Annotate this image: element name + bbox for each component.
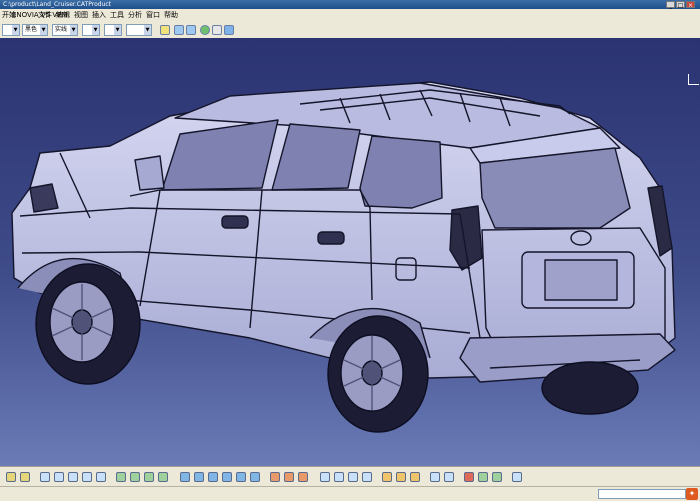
menu-help[interactable]: 帮助 bbox=[164, 9, 178, 22]
fit-all-icon[interactable] bbox=[20, 472, 30, 482]
point-style-combo[interactable]: ▼ bbox=[104, 24, 122, 36]
distance-icon[interactable] bbox=[222, 472, 232, 482]
paint-icon[interactable] bbox=[160, 25, 170, 35]
properties-toolbar: ▼ 黑色 ▼ 实线 ▼ ▼ ▼ ▼ bbox=[0, 22, 700, 39]
menu-tools[interactable]: 工具 bbox=[110, 9, 124, 22]
status-bar: ✦ bbox=[0, 486, 700, 501]
linetype-combo[interactable]: 实线 ▼ bbox=[52, 24, 78, 36]
axis-icon[interactable] bbox=[348, 472, 358, 482]
suv-model bbox=[11, 81, 676, 433]
pan-icon[interactable] bbox=[40, 472, 50, 482]
zoom-out-icon[interactable] bbox=[82, 472, 92, 482]
section-icon[interactable] bbox=[194, 472, 204, 482]
render-style-combo[interactable]: ▼ bbox=[126, 24, 152, 36]
search-icon[interactable] bbox=[444, 472, 454, 482]
options-icon[interactable] bbox=[512, 472, 522, 482]
tree-icon[interactable] bbox=[382, 472, 392, 482]
window-title: C:\product\Land_Cruiser.CATProduct bbox=[3, 1, 112, 8]
parameters-icon[interactable] bbox=[410, 472, 420, 482]
clash-icon[interactable] bbox=[208, 472, 218, 482]
close-button[interactable]: × bbox=[686, 1, 695, 9]
chevron-down-icon: ▼ bbox=[40, 25, 47, 35]
maximize-button[interactable]: □ bbox=[676, 1, 685, 9]
help-icon[interactable] bbox=[224, 25, 234, 35]
menu-analyze[interactable]: 分析 bbox=[128, 9, 142, 22]
minimize-button[interactable]: _ bbox=[666, 1, 675, 9]
select-icon[interactable] bbox=[6, 472, 16, 482]
apply-material-icon[interactable] bbox=[284, 472, 294, 482]
shading-icon[interactable] bbox=[130, 472, 140, 482]
catia-logo-icon[interactable]: ✦ bbox=[686, 488, 698, 500]
redo-icon[interactable] bbox=[186, 25, 196, 35]
catalog-icon[interactable] bbox=[298, 472, 308, 482]
zoom-in-icon[interactable] bbox=[68, 472, 78, 482]
view-toolbar bbox=[0, 466, 700, 487]
macro-icon[interactable] bbox=[430, 472, 440, 482]
material-icon[interactable] bbox=[270, 472, 280, 482]
layer-combo[interactable]: ▼ bbox=[2, 24, 20, 36]
lineweight-combo[interactable]: ▼ bbox=[82, 24, 100, 36]
menu-window[interactable]: 窗口 bbox=[146, 9, 160, 22]
lighting-icon[interactable] bbox=[362, 472, 372, 482]
chevron-down-icon: ▼ bbox=[12, 25, 19, 35]
hide-show-icon[interactable] bbox=[144, 472, 154, 482]
swap-space-icon[interactable] bbox=[158, 472, 168, 482]
update-icon[interactable] bbox=[200, 25, 210, 35]
compass-icon[interactable] bbox=[688, 74, 699, 85]
link-icon[interactable] bbox=[212, 25, 222, 35]
chevron-down-icon: ▼ bbox=[144, 25, 151, 35]
menu-view[interactable]: 视图 bbox=[74, 9, 88, 22]
chevron-down-icon: ▼ bbox=[70, 25, 77, 35]
command-input[interactable] bbox=[598, 489, 686, 499]
menu-insert[interactable]: 插入 bbox=[92, 9, 106, 22]
annotation-icon[interactable] bbox=[236, 472, 246, 482]
menu-edit[interactable]: 编辑 bbox=[56, 9, 70, 22]
iso-view-icon[interactable] bbox=[116, 472, 126, 482]
compass-reset-icon[interactable] bbox=[320, 472, 330, 482]
normal-view-icon[interactable] bbox=[96, 472, 106, 482]
measure-icon[interactable] bbox=[180, 472, 190, 482]
menu-bar: 开始 ENOVIA V5 VPM 文件 编辑 视图 插入 工具 分析 窗口 帮助 bbox=[0, 9, 700, 23]
snapshot-icon[interactable] bbox=[250, 472, 260, 482]
window-title-bar: C:\product\Land_Cruiser.CATProduct _ □ × bbox=[0, 0, 700, 9]
record-icon[interactable] bbox=[492, 472, 502, 482]
undo-icon[interactable] bbox=[174, 25, 184, 35]
stop-icon[interactable] bbox=[464, 472, 474, 482]
chevron-down-icon: ▼ bbox=[92, 25, 99, 35]
properties-icon[interactable] bbox=[396, 472, 406, 482]
grid-icon[interactable] bbox=[334, 472, 344, 482]
rotate-icon[interactable] bbox=[54, 472, 64, 482]
3d-viewport[interactable] bbox=[0, 38, 700, 466]
chevron-down-icon: ▼ bbox=[114, 25, 121, 35]
play-icon[interactable] bbox=[478, 472, 488, 482]
color-combo[interactable]: 黑色 ▼ bbox=[22, 24, 48, 36]
menu-file[interactable]: 文件 bbox=[38, 9, 52, 22]
